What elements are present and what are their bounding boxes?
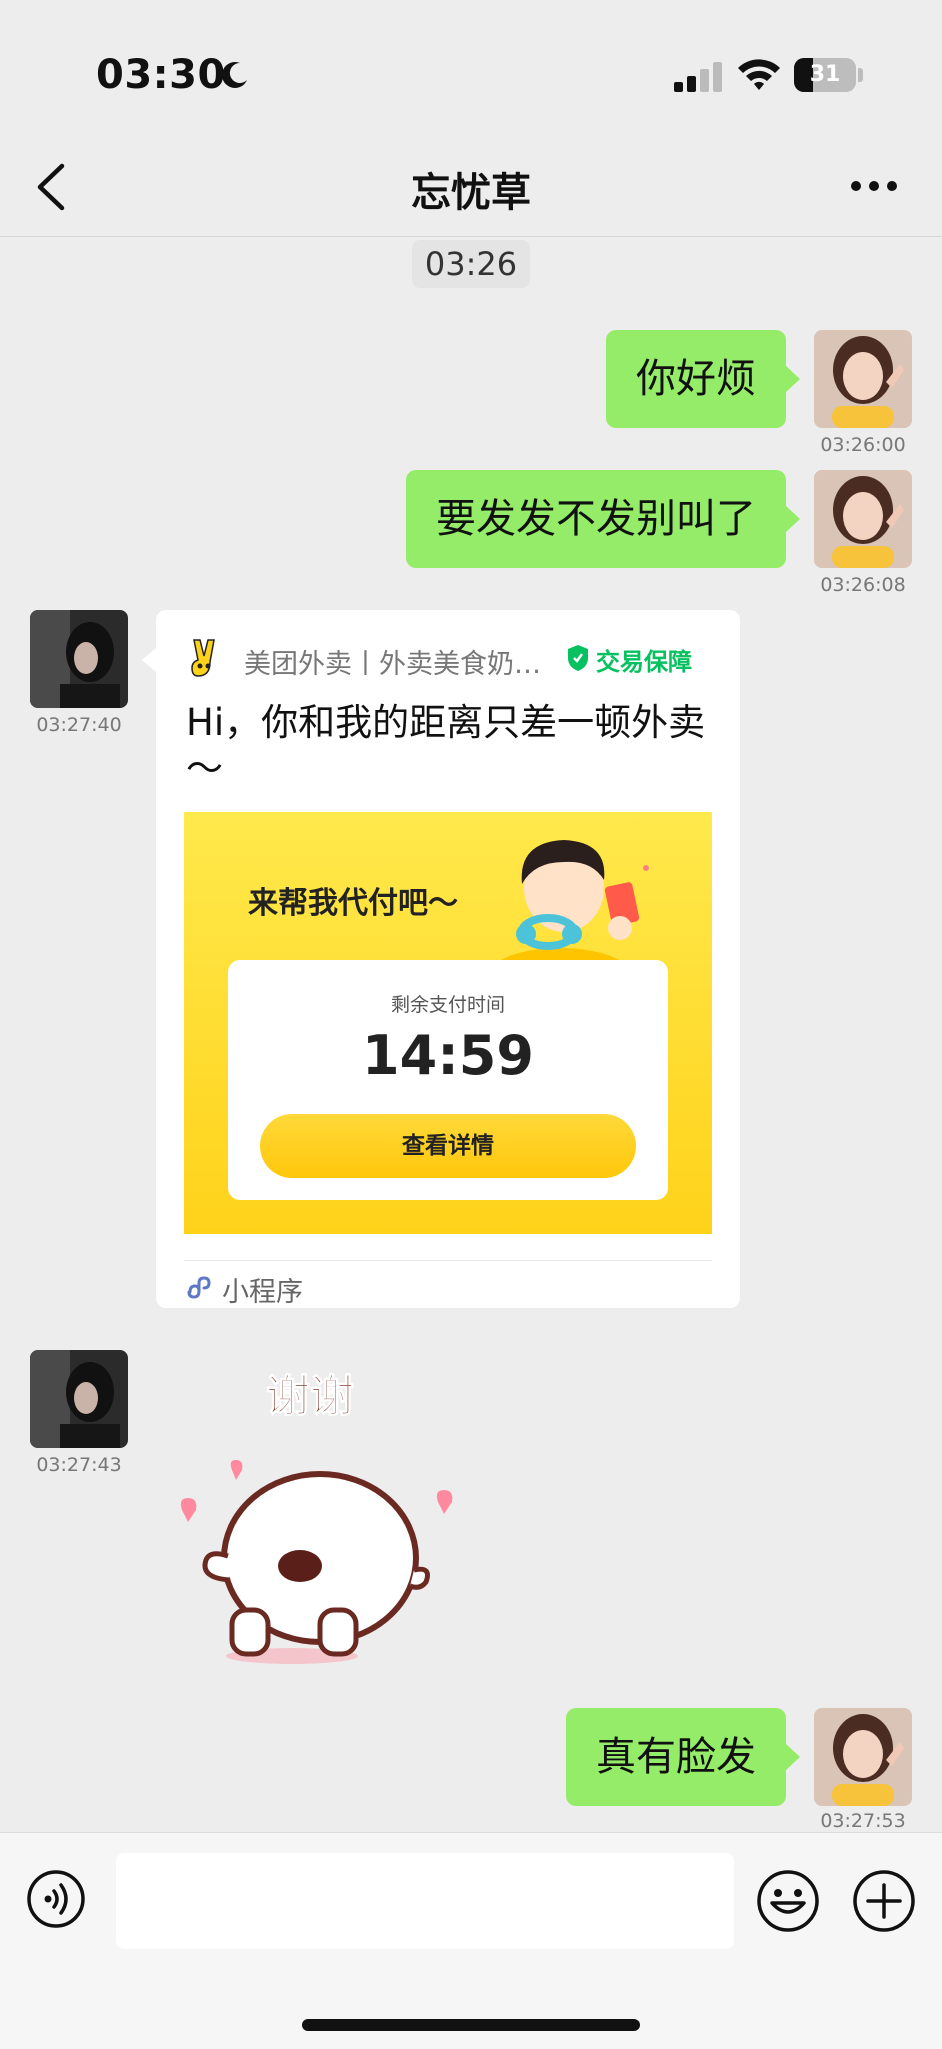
input-bar: [0, 1832, 942, 2049]
avatar-photo: [814, 330, 912, 428]
pay-countdown: 14:59: [362, 1024, 534, 1087]
wifi-icon: [738, 59, 780, 90]
card-app-name: 美团外卖丨外卖美食奶…: [244, 649, 541, 680]
bubble-tail: [786, 366, 800, 392]
avatar[interactable]: [814, 330, 912, 428]
status-time: 03:30: [96, 52, 226, 98]
home-indicator: [302, 2019, 640, 2031]
trade-guarantee-badge: 交易保障: [596, 648, 692, 676]
mini-program-icon: [187, 1276, 211, 1299]
add-icon[interactable]: [852, 1869, 916, 1933]
chat-timestamp: 03:26: [412, 240, 530, 288]
avatar[interactable]: [814, 1708, 912, 1806]
pay-request-banner: 来帮我代付吧～ 剩余支付时间 14:59 查看详情: [184, 812, 712, 1234]
message-bubble[interactable]: 要发发不发别叫了: [406, 470, 786, 568]
sticker-image: [180, 1460, 453, 1664]
view-details-button[interactable]: 查看详情: [260, 1114, 636, 1178]
emoji-icon[interactable]: [756, 1869, 820, 1933]
message-time: 03:27:43: [36, 1454, 122, 1476]
voice-input-icon[interactable]: [26, 1869, 86, 1929]
sticker[interactable]: 谢谢: [170, 1350, 470, 1670]
more-icon[interactable]: [850, 178, 898, 194]
bubble-tail: [786, 1744, 800, 1770]
message-time: 03:27:53: [820, 1810, 906, 1832]
avatar[interactable]: [30, 610, 128, 708]
avatar-photo: [814, 470, 912, 568]
pay-box: 剩余支付时间 14:59 查看详情: [228, 960, 668, 1200]
message-input[interactable]: [116, 1853, 734, 1949]
card-title: Hi，你和我的距离只差一顿外卖～: [186, 701, 706, 790]
card-divider: [184, 1260, 712, 1261]
message-bubble[interactable]: 你好烦: [606, 330, 786, 428]
message-bubble[interactable]: 真有脸发: [566, 1708, 786, 1806]
chat-header: 忘忧草: [0, 140, 942, 237]
battery-cap: [858, 68, 863, 82]
avatar-photo: [814, 1708, 912, 1806]
moon-icon: [222, 62, 247, 88]
message-time: 03:27:40: [36, 714, 122, 736]
avatar[interactable]: [30, 1350, 128, 1448]
battery-level: 31: [809, 62, 841, 87]
meituan-logo-icon: [191, 639, 215, 677]
avatar[interactable]: [814, 470, 912, 568]
mini-program-card[interactable]: 美团外卖丨外卖美食奶… 交易保障 Hi，你和我的距离只差一顿外卖～ 来帮我代付吧…: [156, 610, 740, 1308]
shield-icon: [568, 645, 588, 671]
bubble-tail: [786, 506, 800, 532]
card-tail: [142, 648, 156, 672]
message-time: 03:26:00: [820, 434, 906, 456]
battery-icon: 31: [794, 58, 856, 92]
mini-program-label: 小程序: [222, 1277, 303, 1308]
cellular-signal-icon: [674, 62, 722, 92]
chat-title: 忘忧草: [411, 170, 531, 216]
avatar-photo: [30, 610, 128, 708]
pay-time-label: 剩余支付时间: [390, 994, 505, 1016]
message-time: 03:26:08: [820, 574, 906, 596]
avatar-photo: [30, 1350, 128, 1448]
promo-text: 来帮我代付吧～: [248, 886, 458, 921]
